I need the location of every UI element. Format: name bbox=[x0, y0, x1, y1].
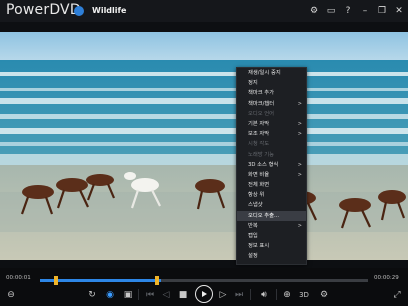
menu-item-label: 스냅샷 bbox=[248, 202, 263, 209]
divider bbox=[250, 289, 251, 300]
repeat-start-marker[interactable] bbox=[54, 276, 58, 285]
app-logo: PowerDVD bbox=[6, 2, 81, 18]
menu-item-label: 설정 bbox=[248, 253, 258, 260]
menu-item-label: 보조 자막 bbox=[248, 131, 270, 138]
gear-icon[interactable]: ⚙ bbox=[306, 0, 322, 22]
eye-icon[interactable]: ◉ bbox=[103, 288, 117, 302]
menu-item-label: 3D 소스 형식 bbox=[248, 161, 279, 168]
menu-item: 노래방 기능 bbox=[237, 150, 306, 160]
menu-item[interactable]: 항상 위 bbox=[237, 190, 306, 200]
threed-button[interactable]: 3D bbox=[298, 288, 310, 302]
submenu-arrow-icon: > bbox=[297, 131, 302, 138]
stop-icon[interactable]: ■ bbox=[177, 288, 189, 302]
minimize-icon[interactable]: – bbox=[357, 0, 373, 22]
restore-icon[interactable]: ❐ bbox=[374, 0, 390, 22]
total-time: 00:00:29 bbox=[374, 275, 399, 281]
previous-icon[interactable]: ⏮ bbox=[144, 288, 156, 302]
menu-item: 오디오 언어 bbox=[237, 109, 306, 119]
submenu-arrow-icon: > bbox=[297, 222, 302, 229]
tv-mode-icon[interactable]: ▭ bbox=[323, 0, 339, 22]
menu-item-label: 화면 비율 bbox=[248, 171, 270, 178]
menu-item-label: 재생/일시 중지 bbox=[248, 70, 281, 76]
close-icon[interactable]: ✕ bbox=[391, 0, 407, 22]
menu-item-label: 책마크 추가 bbox=[248, 90, 275, 97]
divider bbox=[138, 289, 139, 300]
menu-item[interactable]: 3D 소스 형식 > bbox=[237, 160, 306, 170]
elapsed-time: 00:00:01 bbox=[6, 275, 31, 281]
fullscreen-icon[interactable]: ⤢ bbox=[391, 288, 403, 302]
menu-item[interactable]: 기본 자막 > bbox=[237, 119, 306, 129]
menu-item[interactable]: 정보 표시 bbox=[237, 241, 306, 251]
menu-item: 시청 각도 bbox=[237, 139, 306, 149]
menu-item-label: 전체 화면 bbox=[248, 182, 270, 189]
menu-item[interactable]: 재생/일시 중지 bbox=[237, 68, 306, 78]
menu-item-label: 반복 bbox=[248, 222, 258, 229]
submenu-arrow-icon: > bbox=[297, 171, 302, 178]
menu-item[interactable]: 전체 화면 bbox=[237, 180, 306, 190]
video-frame[interactable] bbox=[0, 32, 408, 260]
submenu-arrow-icon: > bbox=[297, 120, 302, 127]
menu-item[interactable]: 설정 bbox=[237, 251, 306, 261]
menu-item[interactable]: 화면 비율 > bbox=[237, 170, 306, 180]
menu-item-label: 기본 자막 bbox=[248, 120, 270, 127]
repeat-end-marker[interactable] bbox=[155, 276, 159, 285]
snapshot-icon[interactable]: ▣ bbox=[122, 288, 134, 302]
file-title: Wildlife bbox=[92, 6, 127, 15]
menu-item[interactable]: 보조 자막 > bbox=[237, 129, 306, 139]
zoom-icon[interactable]: ⊕ bbox=[281, 288, 293, 302]
rewind-icon[interactable]: ◁ bbox=[160, 288, 172, 302]
menu-item[interactable]: 반복 > bbox=[237, 221, 306, 231]
menu-item[interactable]: 캡입 bbox=[237, 231, 306, 241]
menu-item-label: 항상 위 bbox=[248, 192, 265, 199]
menu-item-label: 시청 각도 bbox=[248, 141, 270, 148]
repeat-icon[interactable]: ↻ bbox=[86, 288, 98, 302]
menu-item[interactable]: 스냅샷 bbox=[237, 200, 306, 210]
menu-item-label: 정보 표시 bbox=[248, 243, 270, 250]
volume-icon[interactable]: 🔊︎ bbox=[258, 288, 270, 302]
menu-item[interactable]: 정지 bbox=[237, 78, 306, 88]
settings-icon[interactable]: ⚙ bbox=[318, 288, 330, 302]
seek-progress bbox=[40, 279, 162, 282]
help-icon[interactable]: ? bbox=[340, 0, 356, 22]
play-button[interactable] bbox=[195, 285, 213, 303]
menu-item[interactable]: 책마크/챕터 > bbox=[237, 99, 306, 109]
divider bbox=[276, 289, 277, 300]
next-icon[interactable]: ⏭ bbox=[233, 288, 245, 302]
video-image bbox=[0, 32, 408, 260]
menu-item[interactable]: 오디오 추출... bbox=[237, 210, 306, 221]
menu-item-label: 오디오 언어 bbox=[248, 110, 275, 117]
menu-item-label: 노래방 기능 bbox=[248, 151, 275, 158]
menu-item-label: 책마크/챕터 bbox=[248, 100, 275, 107]
menu-item[interactable]: 책마크 추가 bbox=[237, 88, 306, 98]
submenu-arrow-icon: > bbox=[297, 100, 302, 107]
account-badge-icon[interactable] bbox=[74, 6, 84, 16]
fast-forward-icon[interactable]: ▷ bbox=[217, 288, 229, 302]
play-icon bbox=[202, 291, 207, 297]
submenu-arrow-icon: > bbox=[297, 161, 302, 168]
context-menu: 재생/일시 중지 정지 책마크 추가 책마크/챕터 > 오디오 언어 기본 자막 > 보조 자막… bbox=[236, 67, 307, 265]
title-bar: PowerDVD Wildlife ⚙ ▭ ? – ❐ ✕ bbox=[0, 0, 408, 22]
back-icon[interactable]: ⊖ bbox=[5, 288, 17, 302]
menu-item-label: 오디오 추출... bbox=[248, 212, 280, 219]
menu-item-label: 정지 bbox=[248, 80, 258, 87]
menu-item-label: 캡입 bbox=[248, 233, 258, 239]
